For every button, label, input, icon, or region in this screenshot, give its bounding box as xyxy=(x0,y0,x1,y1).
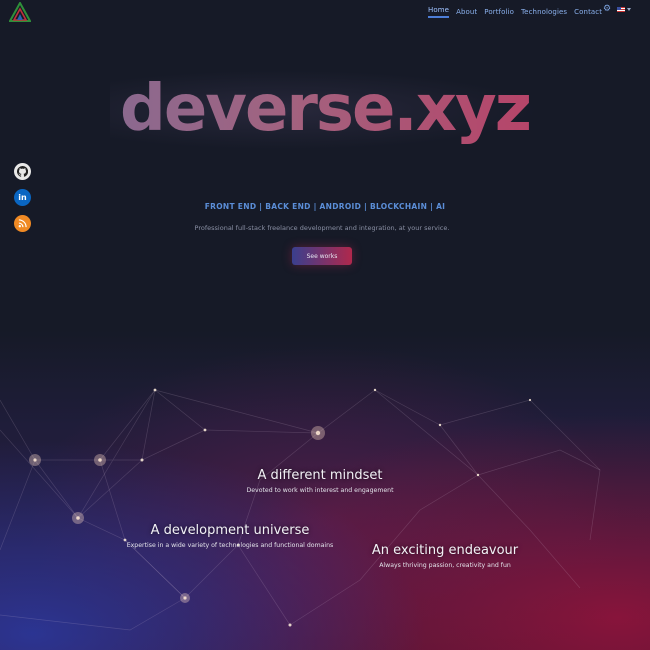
nav-home[interactable]: Home xyxy=(428,5,450,18)
feature-title: An exciting endeavour xyxy=(371,543,519,558)
feature-text: Always thriving passion, creativity and … xyxy=(379,562,511,569)
hero-tagline: FRONT END | BACK END | ANDROID | BLOCKCH… xyxy=(204,202,446,211)
feature-universe: A development universe Expertise in a wi… xyxy=(120,523,340,551)
social-links: in xyxy=(14,163,31,232)
nav-tools: ⚙ xyxy=(603,4,632,14)
nav-portfolio[interactable]: Portfolio xyxy=(484,7,514,17)
gear-icon[interactable]: ⚙ xyxy=(603,4,611,14)
github-icon[interactable] xyxy=(14,163,31,180)
feature-title: A development universe xyxy=(150,523,310,538)
chevron-down-icon xyxy=(627,7,632,11)
nav-contact[interactable]: Contact xyxy=(574,7,602,17)
hero-title: deverse.xyz xyxy=(0,64,650,154)
language-selector[interactable] xyxy=(617,6,632,12)
hero-subtitle: Professional full-stack freelance develo… xyxy=(194,224,450,232)
main-nav: Home About Portfolio Technologies Contac… xyxy=(428,5,602,18)
feature-mindset: A different mindset Devoted to work with… xyxy=(200,468,440,496)
features-section: A different mindset Devoted to work with… xyxy=(0,330,650,650)
logo-icon[interactable] xyxy=(9,2,31,22)
feature-text: Devoted to work with interest and engage… xyxy=(246,487,394,494)
feature-title: A different mindset xyxy=(257,468,383,483)
nav-about[interactable]: About xyxy=(456,7,477,17)
feature-endeavour: An exciting endeavour Always thriving pa… xyxy=(350,543,540,571)
see-works-button[interactable]: See works xyxy=(292,247,352,265)
nav-technologies[interactable]: Technologies xyxy=(521,7,567,17)
uk-flag-icon xyxy=(617,6,626,12)
feature-text: Expertise in a wide variety of technolog… xyxy=(126,542,334,549)
